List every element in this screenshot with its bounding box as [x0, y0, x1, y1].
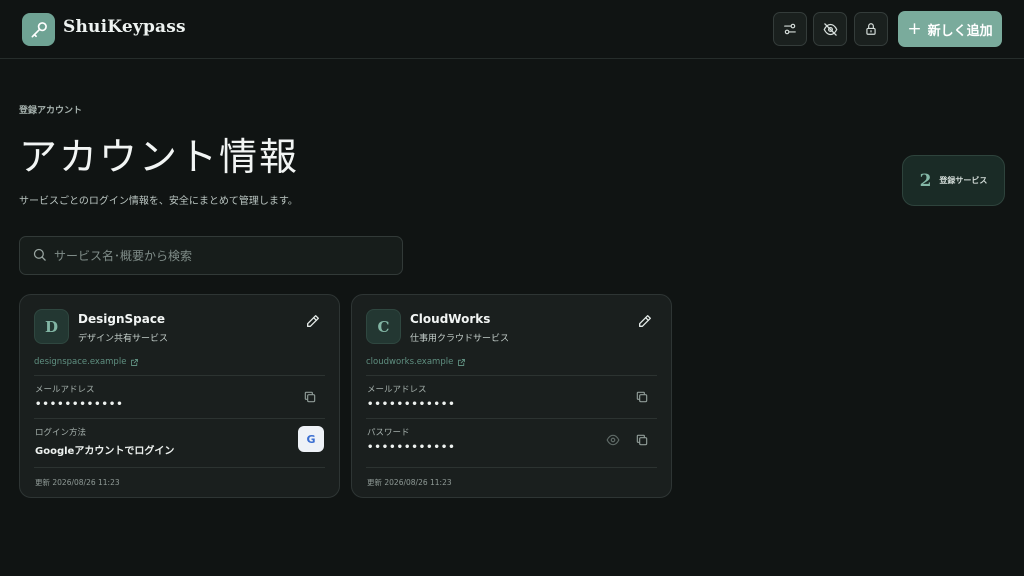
account-card: D DesignSpace デザイン共有サービス designspace.exa… — [19, 294, 340, 498]
search-icon — [33, 248, 46, 261]
login-method-label: ログイン方法 — [35, 428, 87, 438]
account-card: C CloudWorks 仕事用クラウドサービス cloudworks.exam… — [351, 294, 672, 498]
plus-icon: + — [907, 18, 922, 39]
add-new-label: 新しく追加 — [927, 23, 993, 39]
external-link-icon — [131, 358, 139, 366]
section-eyebrow: 登録アカウント — [19, 106, 83, 116]
page-title: アカウント情報 — [19, 135, 300, 179]
email-value: •••••••••••• — [367, 399, 456, 410]
lock-button[interactable] — [854, 12, 888, 46]
copy-icon[interactable] — [635, 433, 649, 447]
lock-icon — [866, 23, 876, 35]
copy-icon[interactable] — [635, 390, 649, 404]
edit-icon[interactable] — [305, 313, 321, 329]
page-subtitle: サービスごとのログイン情報を、安全にまとめて管理します。 — [19, 196, 298, 207]
updated-timestamp: 更新 2026/08/26 11:23 — [35, 478, 120, 487]
hide-values-button[interactable] — [813, 12, 847, 46]
divider — [34, 375, 325, 376]
external-link-icon — [458, 358, 466, 366]
service-url-link[interactable]: designspace.example — [34, 357, 139, 367]
email-value: •••••••••••• — [35, 399, 124, 410]
service-description: 仕事用クラウドサービス — [410, 334, 510, 344]
search-box — [19, 236, 403, 275]
updated-timestamp: 更新 2026/08/26 11:23 — [367, 478, 452, 487]
divider — [34, 467, 325, 468]
edit-icon[interactable] — [637, 313, 653, 329]
service-name: DesignSpace — [78, 312, 166, 326]
divider — [34, 418, 325, 419]
email-label: メールアドレス — [35, 385, 95, 395]
divider — [366, 418, 657, 419]
key-icon — [31, 21, 47, 38]
eye-off-icon — [823, 22, 837, 36]
service-description: デザイン共有サービス — [78, 334, 169, 344]
google-login-badge[interactable]: G — [298, 426, 324, 452]
password-label: パスワード — [367, 428, 410, 438]
service-name: CloudWorks — [410, 312, 491, 326]
service-count-label: 登録サービス — [939, 176, 988, 185]
service-count-badge: 2 登録サービス — [902, 155, 1005, 206]
service-avatar: D — [34, 309, 69, 344]
filter-button[interactable] — [773, 12, 807, 46]
service-avatar: C — [366, 309, 401, 344]
app-title: ShuiKeypass — [63, 17, 186, 37]
logo — [22, 13, 55, 46]
divider — [366, 375, 657, 376]
email-label: メールアドレス — [367, 385, 427, 395]
service-url: cloudworks.example — [366, 357, 454, 367]
password-value: •••••••••••• — [367, 442, 456, 453]
filter-icon — [784, 23, 796, 35]
top-bar: ShuiKeypass + 新しく追加 — [0, 0, 1024, 59]
divider — [366, 467, 657, 468]
eye-icon[interactable] — [606, 433, 620, 447]
service-url: designspace.example — [34, 357, 127, 367]
search-input[interactable] — [54, 246, 394, 266]
add-new-button[interactable]: + 新しく追加 — [898, 11, 1002, 47]
service-count: 2 — [919, 170, 932, 191]
login-method-value: Googleアカウントでログイン — [35, 446, 175, 457]
service-url-link[interactable]: cloudworks.example — [366, 357, 466, 367]
copy-icon[interactable] — [303, 390, 317, 404]
